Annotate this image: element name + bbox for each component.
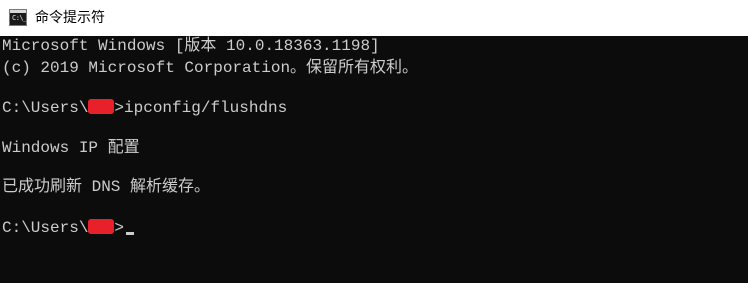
cmd-icon-glyph: C:\_ [12, 14, 27, 22]
flush-result-line: 已成功刷新 DNS 解析缓存。 [2, 178, 211, 196]
command-text: >ipconfig/flushdns [114, 99, 288, 117]
cmd-icon: C:\_ [9, 9, 27, 26]
cmd-icon-bar [10, 10, 26, 13]
text-cursor [126, 232, 135, 235]
title-bar[interactable]: C:\_ 命令提示符 [0, 0, 748, 36]
version-line: Microsoft Windows [版本 10.0.18363.1198] [2, 37, 380, 55]
console-output[interactable]: Microsoft Windows [版本 10.0.18363.1198] (… [0, 36, 748, 283]
prompt-suffix: > [114, 219, 125, 237]
redacted-username [88, 99, 115, 114]
command-line-1: C:\Users\ >ipconfig/flushdns [2, 98, 287, 118]
copyright-line: (c) 2019 Microsoft Corporation。保留所有权利。 [2, 59, 419, 77]
redacted-username [88, 219, 115, 234]
ip-config-heading: Windows IP 配置 [2, 139, 140, 157]
window-title: 命令提示符 [35, 10, 105, 26]
prompt-prefix: C:\Users\ [2, 99, 89, 117]
command-prompt-window: C:\_ 命令提示符 Microsoft Windows [版本 10.0.18… [0, 0, 748, 283]
prompt-prefix: C:\Users\ [2, 219, 89, 237]
command-line-2: C:\Users\ > [2, 218, 135, 238]
